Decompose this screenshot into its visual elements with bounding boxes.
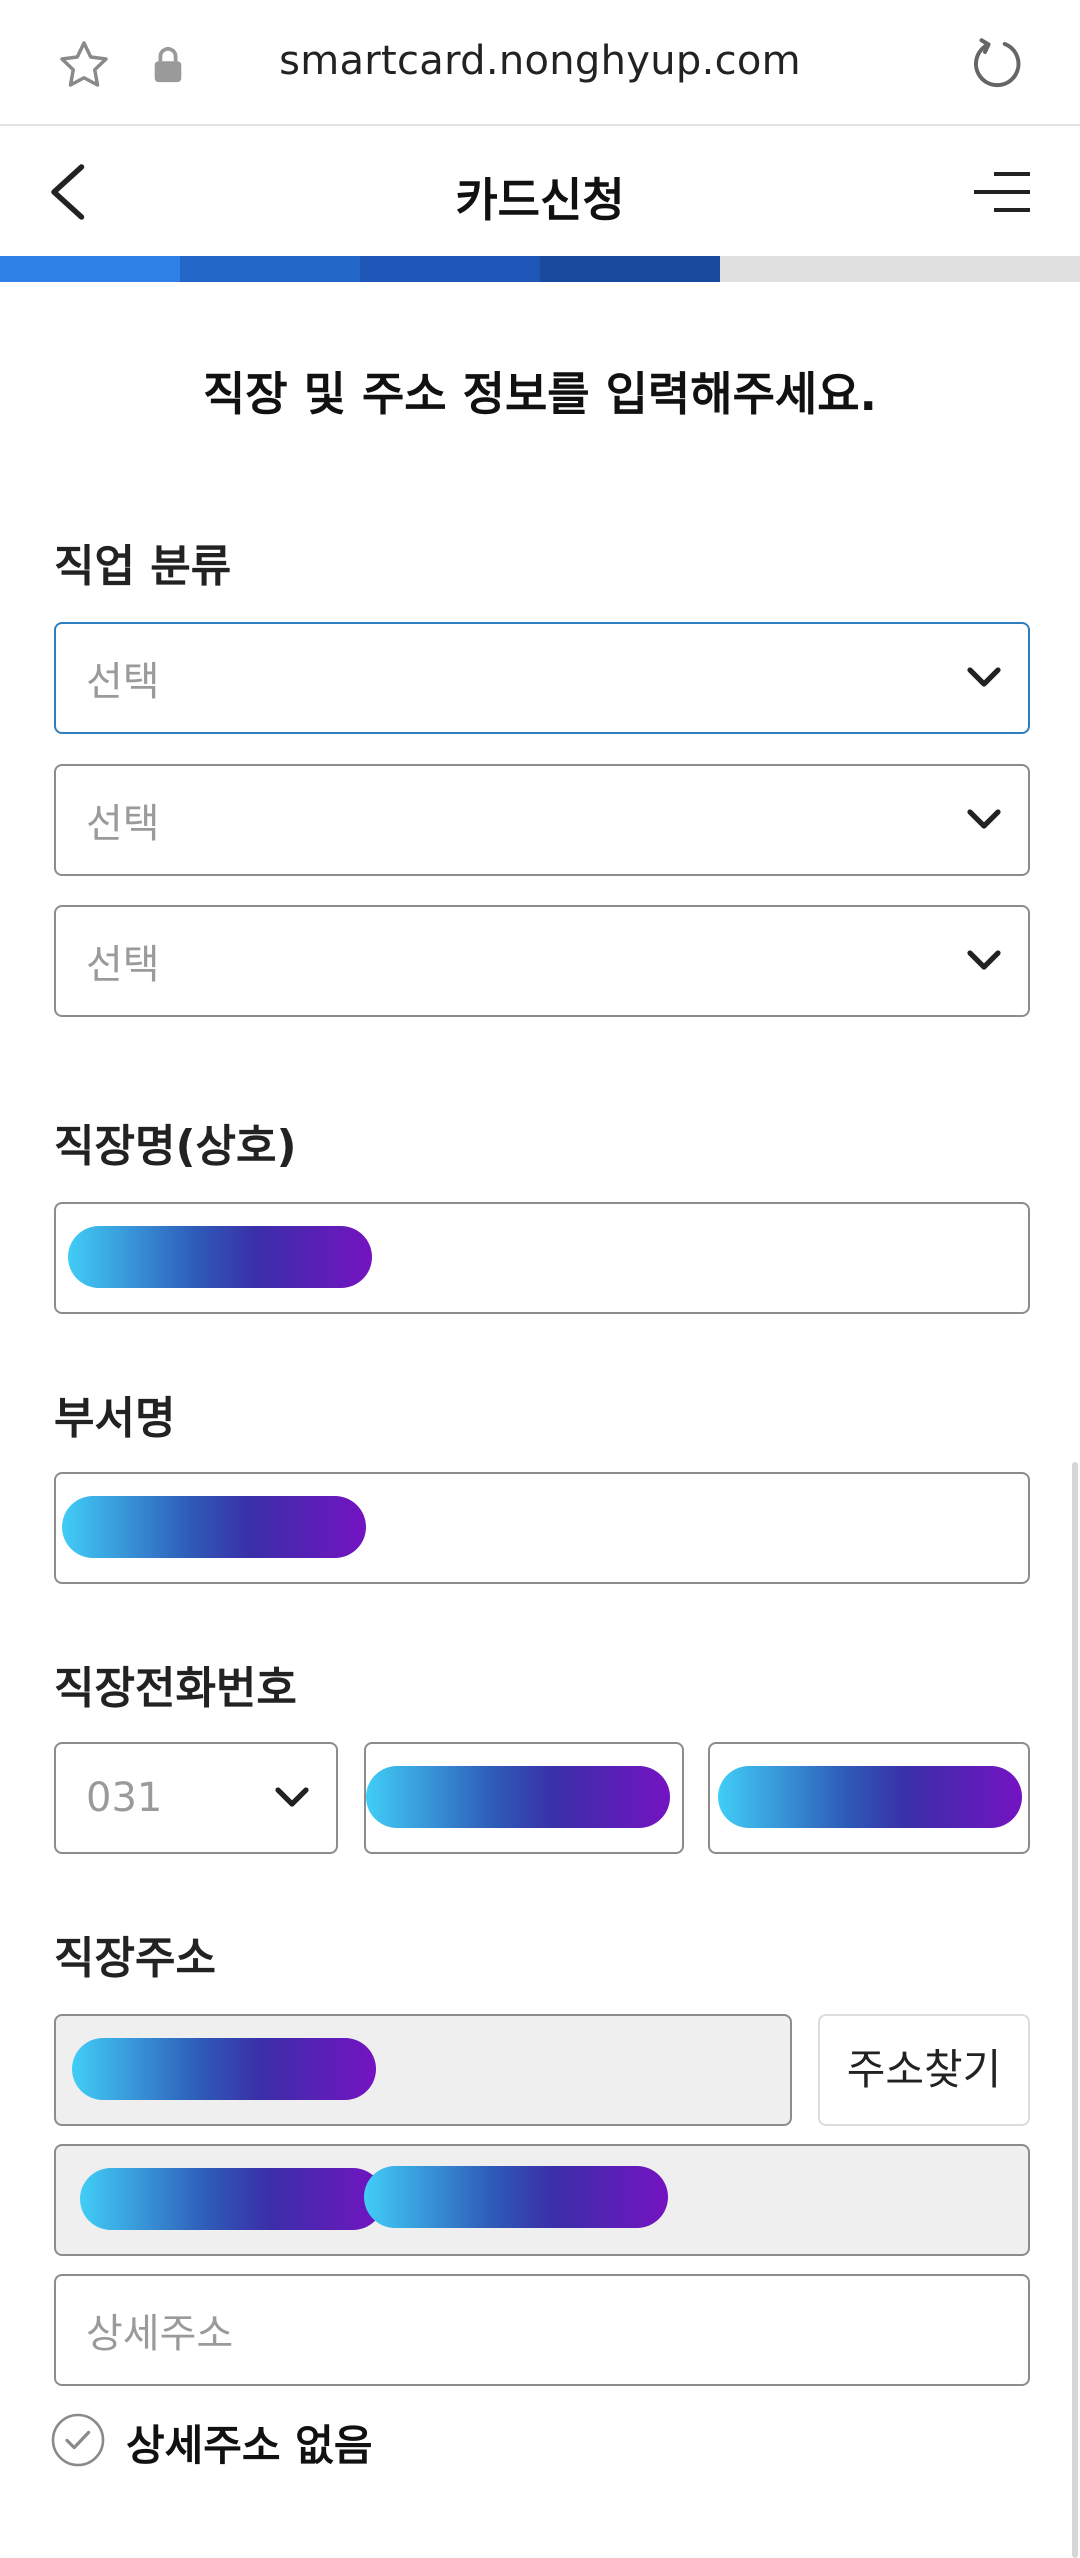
department-input[interactable] <box>54 1472 1030 1584</box>
url-text[interactable]: smartcard.nonghyup.com <box>200 38 880 84</box>
company-name-label: 직장명(상호) <box>54 1121 297 1172</box>
base-address-field <box>54 2144 1030 2256</box>
redacted-value <box>68 1226 372 1288</box>
job-category-label: 직업 분류 <box>54 541 232 592</box>
scrollbar[interactable] <box>1072 1462 1078 2558</box>
detail-address-input[interactable]: 상세주소 <box>54 2274 1030 2386</box>
form-heading: 직장 및 주소 정보를 입력해주세요. <box>202 367 877 421</box>
app-header: 카드신청 <box>0 128 1080 256</box>
progress-step-2 <box>180 256 360 282</box>
page-title: 카드신청 <box>455 173 625 227</box>
phone-middle-input[interactable] <box>364 1742 684 1854</box>
progress-step-1 <box>0 256 180 282</box>
no-detail-address-label[interactable]: 상세주소 없음 <box>126 2412 372 2473</box>
work-phone-label: 직장전화번호 <box>54 1663 297 1714</box>
select-placeholder: 선택 <box>86 801 160 847</box>
area-code-select[interactable]: 031 <box>54 1742 338 1854</box>
progress-step-4 <box>540 256 720 282</box>
redacted-value <box>366 1766 670 1828</box>
postal-code-field <box>54 2014 792 2126</box>
address-search-button[interactable]: 주소찾기 <box>818 2014 1030 2126</box>
chevron-down-icon <box>967 809 1001 829</box>
select-placeholder: 선택 <box>86 942 160 988</box>
department-label: 부서명 <box>54 1393 176 1444</box>
reload-icon[interactable] <box>966 34 1026 94</box>
lock-icon <box>154 47 182 83</box>
company-name-input[interactable] <box>54 1202 1030 1314</box>
area-code-value: 031 <box>86 1775 163 1821</box>
select-placeholder: 선택 <box>86 659 160 705</box>
redacted-value <box>718 1766 1022 1828</box>
job-category-select-2[interactable]: 선택 <box>54 764 1030 876</box>
job-category-select-1[interactable]: 선택 <box>54 622 1030 734</box>
star-icon[interactable] <box>54 36 114 96</box>
check-circle-icon[interactable] <box>50 2412 106 2468</box>
chevron-down-icon <box>967 667 1001 687</box>
progress-bar <box>0 256 1080 282</box>
redacted-value <box>62 1496 366 1558</box>
chevron-down-icon <box>967 950 1001 970</box>
phone-last-input[interactable] <box>708 1742 1030 1854</box>
job-category-select-3[interactable]: 선택 <box>54 905 1030 1017</box>
chevron-down-icon <box>275 1787 309 1807</box>
progress-step-3 <box>360 256 540 282</box>
detail-address-placeholder: 상세주소 <box>86 2311 234 2357</box>
redacted-value <box>364 2166 668 2228</box>
redacted-value <box>72 2038 376 2100</box>
menu-icon[interactable] <box>972 170 1032 214</box>
redacted-value <box>80 2168 384 2230</box>
browser-address-bar: smartcard.nonghyup.com <box>0 0 1080 126</box>
work-address-label: 직장주소 <box>54 1933 216 1984</box>
